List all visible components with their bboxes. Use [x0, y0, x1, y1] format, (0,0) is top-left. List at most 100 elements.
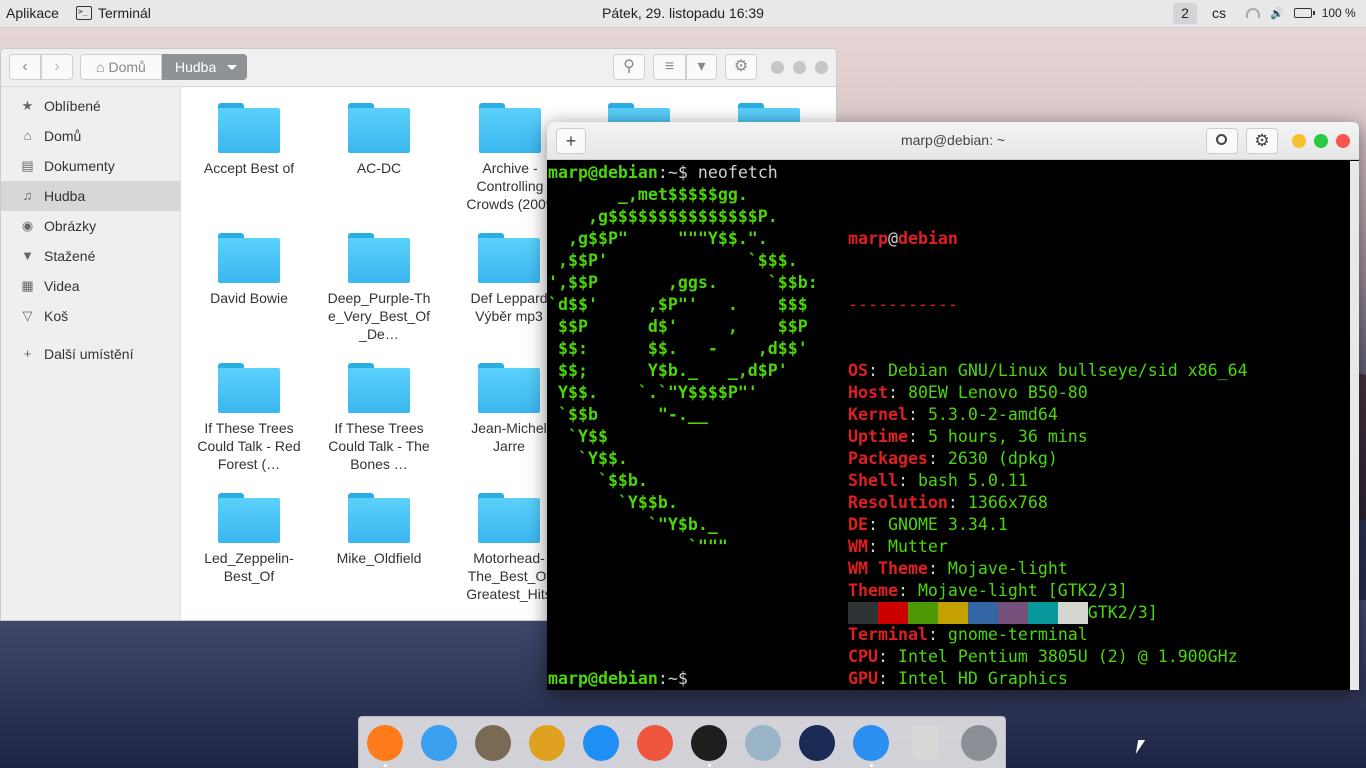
- home-icon: ⌂: [23, 128, 32, 143]
- info-key: OS: [848, 361, 868, 380]
- color-swatch: [1028, 602, 1058, 624]
- film-icon: ▦: [21, 278, 34, 293]
- trash-icon[interactable]: [912, 725, 938, 761]
- sidebar-item-favorites[interactable]: ★ Oblíbené: [1, 91, 180, 121]
- forward-button[interactable]: ›: [41, 54, 73, 80]
- sidebar-item-trash[interactable]: ▽ Koš: [1, 301, 180, 331]
- active-app-menu[interactable]: >_ Terminál: [76, 5, 151, 21]
- gimp-icon[interactable]: [475, 725, 511, 761]
- rhythmbox-icon[interactable]: [529, 725, 565, 761]
- info-value: Debian GNU/Linux bullseye/sid x86_64: [887, 361, 1248, 380]
- info-key: Terminal: [848, 625, 928, 644]
- folder-icon: [348, 363, 410, 413]
- close-button[interactable]: [1336, 134, 1350, 148]
- info-key: Resolution: [848, 493, 948, 512]
- folder-icon: [478, 363, 540, 413]
- user-host: marp@debian: [848, 229, 958, 248]
- info-value: gnome-terminal: [947, 625, 1088, 644]
- sidebar-item-videos[interactable]: ▦ Videa: [1, 271, 180, 301]
- ascii-line: _,met$$$$$gg.: [548, 185, 748, 204]
- dock: [358, 716, 1006, 768]
- terminal-body[interactable]: marp@debian:~$ neofetch _,met$$$$$gg. ,g…: [547, 161, 1359, 690]
- info-value: Mojave-light: [947, 559, 1068, 578]
- screenshot-icon[interactable]: [745, 725, 781, 761]
- color-swatch: [998, 602, 1028, 624]
- ascii-line: ,g$$$$$$$$$$$$$$$P.: [548, 207, 778, 226]
- applications-menu[interactable]: Aplikace: [6, 5, 59, 21]
- app-store-icon[interactable]: [583, 725, 619, 761]
- ascii-line: ,g$$P" """Y$$.".: [548, 229, 768, 248]
- info-row: Resolution: 1366x768: [848, 493, 1048, 512]
- close-button[interactable]: [815, 61, 828, 74]
- minimize-button[interactable]: [1292, 134, 1306, 148]
- breadcrumb-home[interactable]: ⌂ Domů: [80, 54, 162, 80]
- color-swatch: [878, 602, 908, 624]
- color-swatch: [1058, 602, 1088, 624]
- maximize-button[interactable]: [793, 61, 806, 74]
- new-tab-button[interactable]: +: [556, 128, 586, 154]
- folder-item[interactable]: If These Trees Could Talk - The Bones …: [314, 363, 444, 473]
- info-row: OS: Debian GNU/Linux bullseye/sid x86_64: [848, 361, 1248, 380]
- firefox-icon[interactable]: [367, 725, 403, 761]
- search-button[interactable]: ⚲: [613, 54, 645, 80]
- back-button[interactable]: ‹: [9, 54, 41, 80]
- minimize-button[interactable]: [771, 61, 784, 74]
- folder-item[interactable]: Deep_Purple-The_Very_Best_Of_De…: [314, 233, 444, 343]
- star-icon: ★: [21, 98, 34, 113]
- sidebar-item-downloads[interactable]: ▼ Stažené: [1, 241, 180, 271]
- running-indicator: [708, 764, 711, 767]
- ascii-line: `""": [548, 537, 728, 556]
- workspace-indicator[interactable]: 2: [1173, 3, 1197, 24]
- search-button[interactable]: [1206, 128, 1238, 154]
- mail-icon[interactable]: [421, 725, 457, 761]
- folder-item[interactable]: Mike_Oldfield: [314, 493, 444, 567]
- view-options-button[interactable]: ▾: [686, 54, 717, 80]
- folder-icon: [218, 233, 280, 283]
- folder-item[interactable]: Led_Zeppelin-Best_Of: [184, 493, 314, 585]
- breadcrumb-current[interactable]: Hudba: [162, 54, 247, 80]
- info-value: GNOME 3.34.1: [887, 515, 1008, 534]
- scrollbar[interactable]: [1350, 161, 1359, 690]
- info-rows: OS: Debian GNU/Linux bullseye/sid x86_64…: [848, 360, 1248, 690]
- system-tray[interactable]: 🔊 100 %: [1246, 6, 1356, 20]
- info-key: WM Theme: [848, 559, 928, 578]
- search-icon: ⚲: [623, 58, 635, 75]
- sidebar-item-other-locations[interactable]: + Další umístění: [1, 339, 180, 369]
- info-row: WM Theme: Mojave-light: [848, 559, 1068, 578]
- terminal-icon: >_: [76, 6, 92, 20]
- menu-button[interactable]: ⚙: [725, 54, 757, 80]
- folder-item[interactable]: If These Trees Could Talk - Red Forest (…: [184, 363, 314, 473]
- info-key: DE: [848, 515, 868, 534]
- info-key: Theme: [848, 581, 898, 600]
- keyboard-layout[interactable]: cs: [1212, 5, 1226, 21]
- view-list-button[interactable]: ≡: [653, 54, 686, 80]
- info-row: Kernel: 5.3.0-2-amd64: [848, 405, 1058, 424]
- sidebar-item-documents[interactable]: ▤ Dokumenty: [1, 151, 180, 181]
- maximize-button[interactable]: [1314, 134, 1328, 148]
- calculator-icon[interactable]: [799, 725, 835, 761]
- prompt-line: marp@debian:~$: [548, 669, 698, 688]
- launchpad-icon[interactable]: [961, 725, 997, 761]
- text-editor-icon[interactable]: [637, 725, 673, 761]
- folder-item[interactable]: AC-DC: [314, 103, 444, 177]
- sidebar-item-music[interactable]: ♫ Hudba: [1, 181, 180, 211]
- running-indicator: [384, 764, 387, 767]
- sidebar-item-pictures[interactable]: ◉ Obrázky: [1, 211, 180, 241]
- folder-item[interactable]: Accept Best of: [184, 103, 314, 177]
- folder-item[interactable]: David Bowie: [184, 233, 314, 307]
- sidebar-item-home[interactable]: ⌂ Domů: [1, 121, 180, 151]
- ascii-line: `$$b "-.__: [548, 405, 708, 424]
- wifi-icon: [1246, 8, 1260, 18]
- folder-icon: [478, 493, 540, 543]
- battery-icon: [1293, 8, 1315, 18]
- menu-button[interactable]: ⚙: [1246, 128, 1278, 154]
- folder-icon: [478, 233, 540, 283]
- terminal-icon[interactable]: [691, 725, 727, 761]
- clock[interactable]: Pátek, 29. listopadu 16:39: [602, 5, 764, 21]
- sidebar: ★ Oblíbené ⌂ Domů ▤ Dokumenty ♫ Hudba ◉ Obráz…: [1, 87, 181, 620]
- info-row: GPU: Intel HD Graphics: [848, 669, 1068, 688]
- color-swatch: [968, 602, 998, 624]
- running-indicator: [870, 764, 873, 767]
- finder-icon[interactable]: [853, 725, 889, 761]
- gear-icon: ⚙: [733, 58, 749, 75]
